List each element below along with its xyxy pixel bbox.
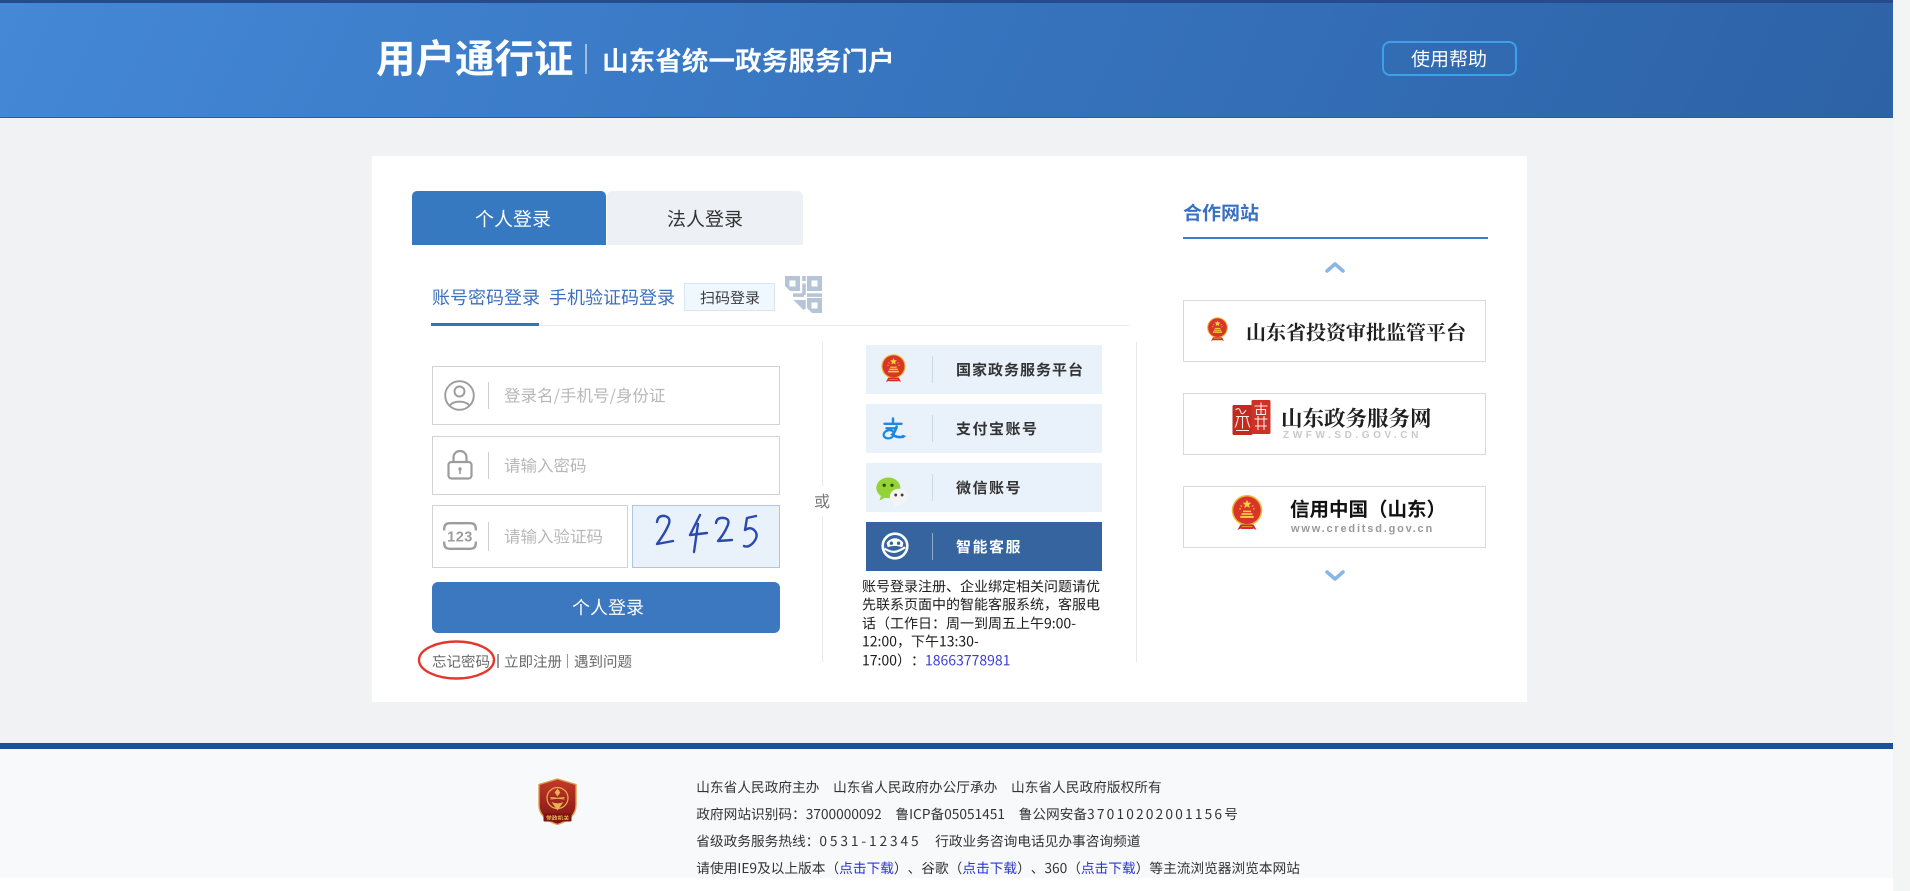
svg-text:123: 123 xyxy=(447,530,473,546)
